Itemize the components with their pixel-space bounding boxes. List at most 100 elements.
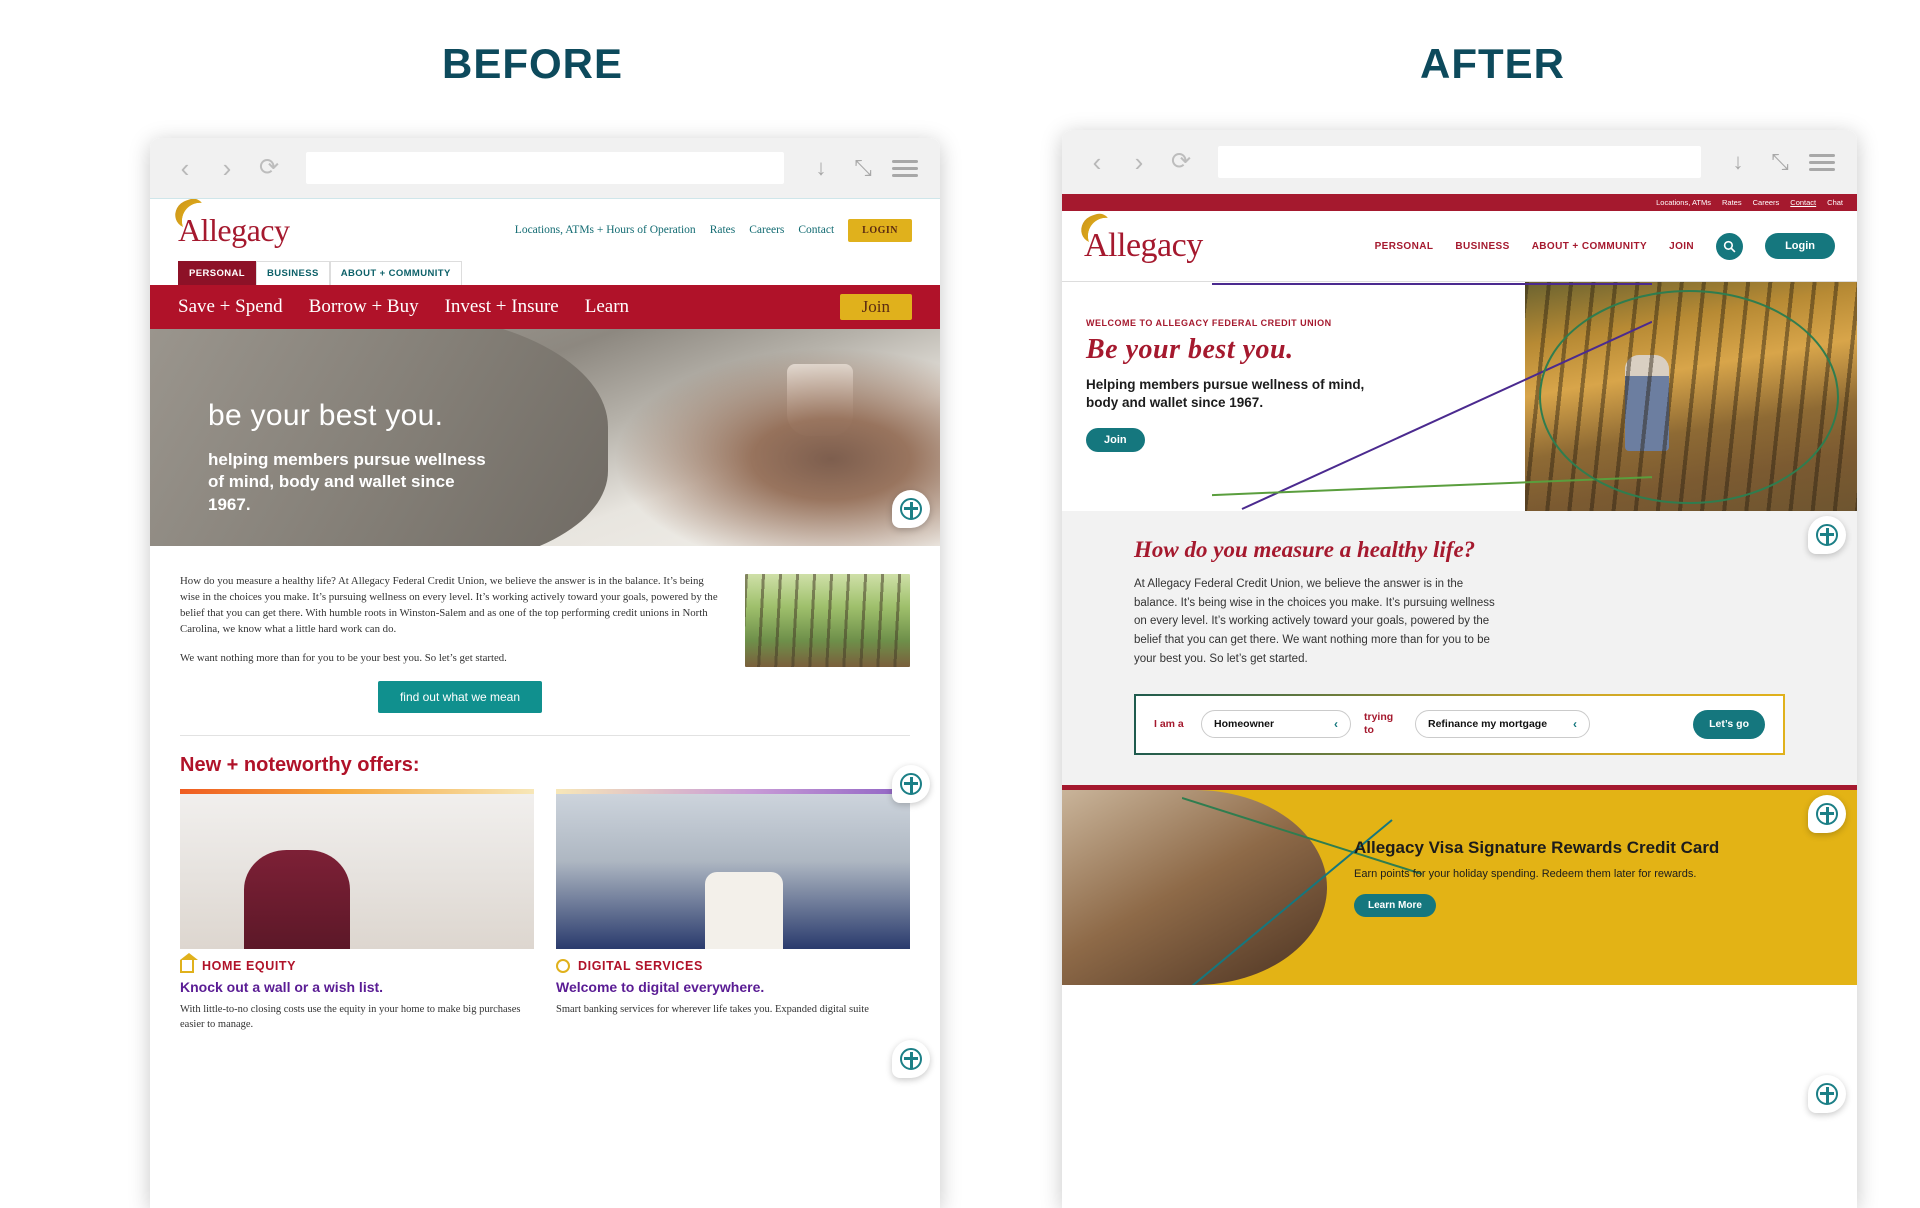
join-button[interactable]: Join: [839, 294, 912, 320]
download-icon[interactable]: ↓: [808, 155, 834, 181]
accessibility-widget[interactable]: [1808, 795, 1846, 833]
nav-business[interactable]: BUSINESS: [1455, 241, 1509, 252]
accessibility-widget[interactable]: [1808, 516, 1846, 554]
after-hero: WELCOME TO ALLEGACY FEDERAL CREDIT UNION…: [1062, 281, 1857, 511]
offers-heading: New + noteworthy offers:: [180, 754, 420, 776]
after-utility-bar: Locations, ATMs Rates Careers Contact Ch…: [1062, 194, 1857, 211]
before-hero-text: be your best you. helping members pursue…: [208, 399, 488, 516]
before-main-nav: Save + Spend Borrow + Buy Invest + Insur…: [150, 285, 940, 329]
before-intro-section: How do you measure a healthy life? At Al…: [150, 546, 940, 667]
after-site-header: Allegacy PERSONAL BUSINESS ABOUT + COMMU…: [1062, 211, 1857, 281]
utility-link-locations[interactable]: Locations, ATMs + Hours of Operation: [515, 224, 696, 236]
form-label-trying-to: trying to: [1364, 711, 1394, 737]
login-button[interactable]: Login: [1765, 233, 1835, 259]
after-page: Locations, ATMs Rates Careers Contact Ch…: [1062, 194, 1857, 1208]
card-category-label: DIGITAL SERVICES: [578, 959, 703, 973]
before-cta-row: find out what we mean: [150, 681, 940, 713]
back-icon[interactable]: ‹: [1084, 149, 1110, 175]
accessibility-icon: [900, 773, 922, 795]
promo-text: Allegacy Visa Signature Rewards Credit C…: [1354, 838, 1734, 917]
intro-paragraph-1: How do you measure a healthy life? At Al…: [180, 575, 718, 635]
accessibility-widget[interactable]: [892, 765, 930, 803]
nav-learn[interactable]: Learn: [585, 296, 629, 318]
chevron-left-icon: ‹: [1334, 717, 1338, 732]
tab-business[interactable]: BUSINESS: [255, 261, 330, 285]
menu-icon[interactable]: [1809, 153, 1835, 171]
before-hero: be your best you. helping members pursue…: [150, 329, 940, 546]
card-title: Welcome to digital everywhere.: [556, 979, 765, 995]
card-category: HOME EQUITY: [180, 952, 534, 973]
before-label: BEFORE: [441, 40, 623, 87]
utility-link-chat[interactable]: Chat: [1827, 198, 1843, 207]
accessibility-icon: [900, 1048, 922, 1070]
expand-icon[interactable]: ⤡: [850, 155, 876, 181]
home-icon: [180, 952, 198, 973]
nav-personal[interactable]: PERSONAL: [1375, 241, 1434, 252]
accessibility-icon: [1816, 1083, 1838, 1105]
card-category: DIGITAL SERVICES: [556, 959, 910, 973]
utility-link-careers[interactable]: Careers: [1753, 198, 1780, 207]
allegacy-logo[interactable]: Allegacy: [171, 199, 290, 246]
learn-more-button[interactable]: Learn More: [1354, 893, 1436, 917]
after-browser-window: ‹ › ⟳ ↓ ⤡ Locations, ATMs Rates Careers …: [1062, 130, 1857, 1208]
utility-link-contact[interactable]: Contact: [1790, 198, 1816, 207]
nav-borrow-buy[interactable]: Borrow + Buy: [309, 296, 419, 318]
address-bar[interactable]: [1218, 146, 1701, 178]
back-icon[interactable]: ‹: [172, 155, 198, 181]
tab-about-community[interactable]: ABOUT + COMMUNITY: [329, 261, 462, 285]
reload-icon[interactable]: ⟳: [256, 156, 282, 180]
menu-icon[interactable]: [892, 159, 918, 177]
offer-card-home-equity[interactable]: HOME EQUITY Knock out a wall or a wish l…: [180, 789, 534, 1032]
download-icon[interactable]: ↓: [1725, 149, 1751, 175]
intro-paragraph-2: We want nothing more than for you to be …: [180, 651, 507, 664]
utility-link-careers[interactable]: Careers: [749, 224, 784, 236]
hero-headline: Be your best you.: [1086, 334, 1294, 365]
address-bar[interactable]: [306, 152, 784, 184]
hero-photo: [1525, 282, 1857, 511]
measure-paragraph: At Allegacy Federal Credit Union, we bel…: [1134, 578, 1495, 665]
nav-join[interactable]: JOIN: [1669, 241, 1694, 252]
accessibility-widget[interactable]: [892, 1040, 930, 1078]
section-divider: [180, 735, 910, 736]
promo-desc: Earn points for your holiday spending. R…: [1354, 867, 1697, 880]
utility-link-rates[interactable]: Rates: [710, 224, 736, 236]
card-category-label: HOME EQUITY: [202, 959, 297, 973]
join-button[interactable]: Join: [1086, 428, 1145, 453]
measure-heading: How do you measure a healthy life?: [1134, 537, 1476, 562]
chevron-left-icon: ‹: [1573, 717, 1577, 732]
hero-photo-child: [1624, 355, 1669, 452]
search-icon[interactable]: [1716, 232, 1744, 260]
accessibility-icon: [1816, 524, 1838, 546]
after-measure-section: How do you measure a healthy life? At Al…: [1062, 511, 1857, 785]
utility-link-contact[interactable]: Contact: [798, 224, 834, 236]
offer-card-digital-services[interactable]: DIGITAL SERVICES Welcome to digital ever…: [556, 789, 910, 1032]
accessibility-icon: [900, 498, 922, 520]
utility-link-locations[interactable]: Locations, ATMs: [1656, 198, 1711, 207]
utility-link-rates[interactable]: Rates: [1722, 198, 1742, 207]
card-image: [180, 789, 534, 949]
find-out-button[interactable]: find out what we mean: [377, 681, 543, 713]
nav-save-spend[interactable]: Save + Spend: [178, 296, 283, 318]
nav-about-community[interactable]: ABOUT + COMMUNITY: [1532, 241, 1647, 252]
nav-invest-insure[interactable]: Invest + Insure: [445, 296, 559, 318]
lets-go-button[interactable]: Let’s go: [1693, 710, 1765, 739]
hero-subhead: helping members pursue wellness of mind,…: [208, 450, 486, 514]
circle-icon: [556, 959, 570, 973]
reload-icon[interactable]: ⟳: [1168, 150, 1194, 174]
before-audience-tabs: PERSONAL BUSINESS ABOUT + COMMUNITY: [150, 261, 940, 285]
goal-select[interactable]: Refinance my mortgage ‹: [1415, 710, 1590, 739]
login-button[interactable]: LOGIN: [848, 218, 912, 242]
forward-icon[interactable]: ›: [1126, 149, 1152, 175]
hero-headline: be your best you.: [208, 399, 444, 432]
accessibility-widget[interactable]: [1808, 1075, 1846, 1113]
forward-icon[interactable]: ›: [214, 155, 240, 181]
hero-subhead: Helping members pursue wellness of mind,…: [1086, 377, 1365, 411]
needs-finder-form: I am a Homeowner ‹ trying to Refinance m…: [1134, 694, 1785, 755]
tab-personal[interactable]: PERSONAL: [178, 261, 256, 285]
allegacy-logo[interactable]: Allegacy: [1077, 211, 1203, 263]
accessibility-widget[interactable]: [892, 490, 930, 528]
promo-title: Allegacy Visa Signature Rewards Credit C…: [1354, 837, 1720, 857]
expand-icon[interactable]: ⤡: [1767, 149, 1793, 175]
card-title: Knock out a wall or a wish list.: [180, 979, 384, 995]
role-select[interactable]: Homeowner ‹: [1201, 710, 1351, 739]
